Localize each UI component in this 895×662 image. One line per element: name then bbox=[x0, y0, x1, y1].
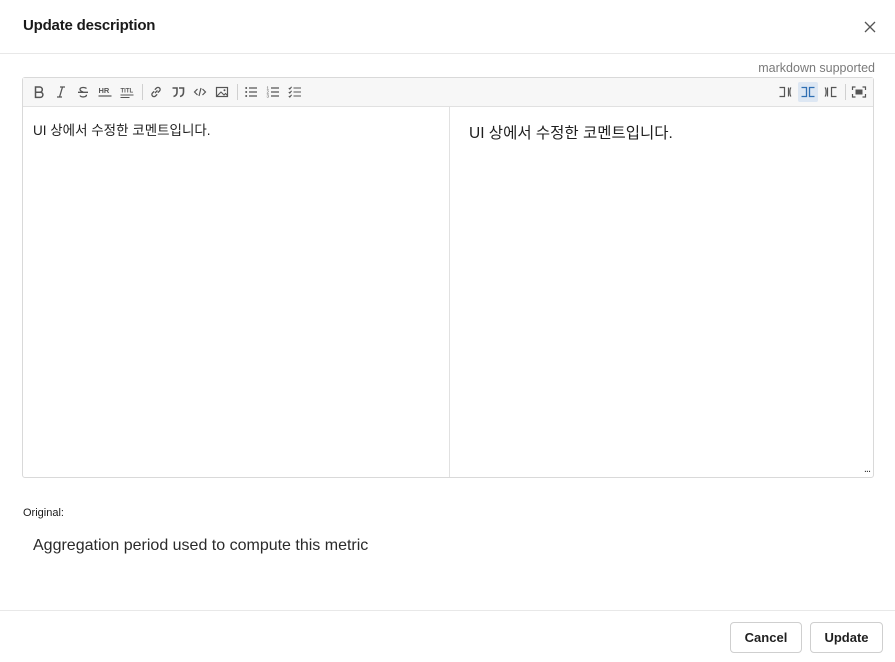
bullet-list-icon[interactable] bbox=[241, 82, 261, 102]
markdown-supported-note: markdown supported bbox=[758, 61, 875, 75]
italic-icon[interactable] bbox=[51, 82, 71, 102]
image-icon[interactable] bbox=[212, 82, 232, 102]
fullscreen-icon[interactable] bbox=[849, 82, 869, 102]
bold-icon[interactable] bbox=[29, 82, 49, 102]
markdown-source-pane[interactable]: UI 상에서 수정한 코멘트입니다. bbox=[23, 107, 449, 477]
svg-text:3: 3 bbox=[267, 94, 270, 99]
editor-toolbar: HR TITL 123 bbox=[23, 78, 873, 107]
cancel-button[interactable]: Cancel bbox=[730, 622, 802, 653]
markdown-preview-text: UI 상에서 수정한 코멘트입니다. bbox=[469, 125, 673, 142]
original-label: Original: bbox=[23, 507, 64, 519]
quote-icon[interactable] bbox=[168, 82, 188, 102]
task-list-icon[interactable] bbox=[285, 82, 305, 102]
dialog-title: Update description bbox=[23, 17, 156, 34]
markdown-preview-pane: UI 상에서 수정한 코멘트입니다. ... bbox=[450, 107, 873, 477]
preview-only-icon[interactable] bbox=[820, 82, 840, 102]
toolbar-separator bbox=[142, 84, 143, 100]
editor-only-icon[interactable] bbox=[776, 82, 796, 102]
svg-text:TITL: TITL bbox=[121, 89, 134, 95]
code-icon[interactable] bbox=[190, 82, 210, 102]
markdown-editor: HR TITL 123 UI 상에서 수정한 코멘트입니다. UI 상에서 수정… bbox=[22, 77, 874, 478]
toolbar-separator bbox=[845, 84, 846, 100]
split-view-icon[interactable] bbox=[798, 82, 818, 102]
link-icon[interactable] bbox=[146, 82, 166, 102]
update-description-dialog: Update description markdown supported HR… bbox=[0, 0, 895, 661]
markdown-source-text[interactable]: UI 상에서 수정한 코멘트입니다. bbox=[33, 119, 211, 139]
close-icon[interactable] bbox=[860, 17, 880, 37]
heading-icon[interactable]: TITL bbox=[117, 82, 137, 102]
toolbar-separator bbox=[237, 84, 238, 100]
more-options-icon[interactable]: ... bbox=[864, 463, 871, 475]
numbered-list-icon[interactable]: 123 bbox=[263, 82, 283, 102]
svg-text:HR: HR bbox=[99, 86, 110, 95]
dialog-header: Update description bbox=[0, 0, 895, 54]
original-description: Aggregation period used to compute this … bbox=[33, 537, 369, 554]
horizontal-rule-icon[interactable]: HR bbox=[95, 82, 115, 102]
update-button[interactable]: Update bbox=[810, 622, 883, 653]
strikethrough-icon[interactable] bbox=[73, 82, 93, 102]
